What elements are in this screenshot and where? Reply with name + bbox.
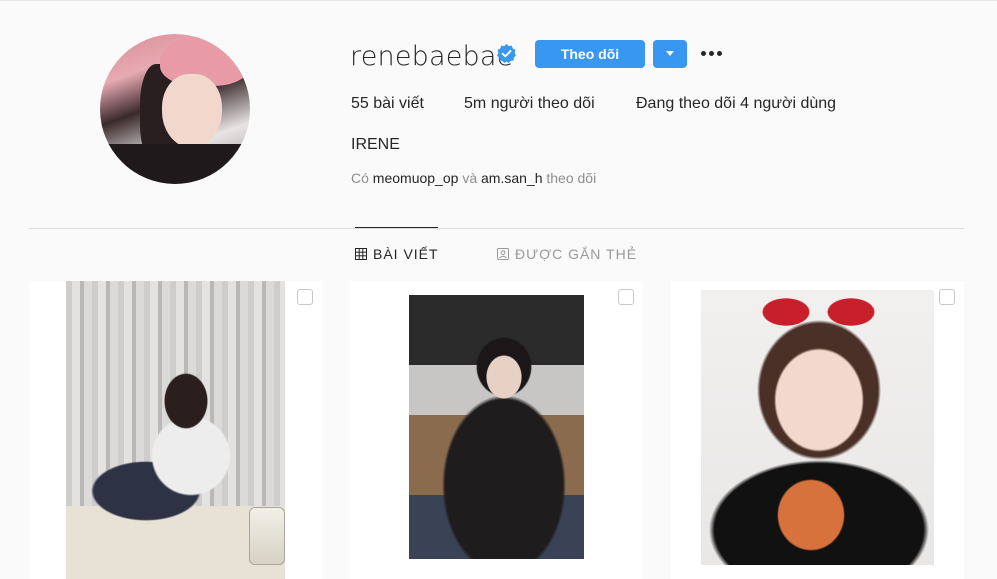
followers-count: 5m xyxy=(464,95,487,112)
following-prefix: Đang theo dõi xyxy=(636,95,736,112)
select-checkbox[interactable] xyxy=(297,289,313,305)
avatar-shirt xyxy=(100,144,250,184)
select-checkbox[interactable] xyxy=(618,289,634,305)
more-options-button[interactable] xyxy=(700,46,724,62)
post-thumbnail[interactable] xyxy=(29,281,322,579)
followed-by-text: Có meomuop_op và am.san_h theo dõi xyxy=(351,170,596,186)
ellipsis-icon xyxy=(717,51,722,56)
tab-tagged-label: ĐƯỢC GẮN THẺ xyxy=(515,246,638,262)
avatar-face xyxy=(162,74,222,148)
active-tab-indicator xyxy=(355,227,438,228)
follow-button[interactable]: Theo dõi xyxy=(535,40,645,68)
posts-stat: 55 bài viết xyxy=(351,95,424,113)
username: renebaebae xyxy=(350,41,514,72)
post-image xyxy=(409,295,584,559)
followed-by-user-2[interactable]: am.san_h xyxy=(481,170,542,186)
following-count: 4 xyxy=(740,95,749,112)
following-stat[interactable]: Đang theo dõi 4 người dùng xyxy=(636,95,836,113)
post-thumbnail[interactable] xyxy=(350,281,643,579)
select-checkbox[interactable] xyxy=(939,289,955,305)
tagged-icon xyxy=(497,248,509,260)
verified-badge-icon xyxy=(497,44,516,63)
grid-icon xyxy=(355,248,367,260)
tab-posts-label: BÀI VIẾT xyxy=(373,246,439,262)
tabs-divider xyxy=(29,228,964,229)
ellipsis-icon xyxy=(709,51,714,56)
follow-dropdown-button[interactable] xyxy=(653,40,687,68)
post-thumbnail[interactable] xyxy=(671,281,964,579)
followers-label: người theo dõi xyxy=(490,95,595,112)
post-image-candle xyxy=(249,507,285,565)
tab-tagged[interactable]: ĐƯỢC GẮN THẺ xyxy=(497,246,637,262)
posts-label: bài viết xyxy=(373,95,424,112)
post-image xyxy=(701,290,934,565)
following-label: người dùng xyxy=(753,95,837,112)
full-name: IRENE xyxy=(351,136,400,153)
post-image xyxy=(66,281,285,579)
ellipsis-icon xyxy=(701,51,706,56)
tab-posts[interactable]: BÀI VIẾT xyxy=(355,246,439,262)
followed-by-conj: và xyxy=(462,170,478,186)
posts-count: 55 xyxy=(351,95,369,112)
caret-down-icon xyxy=(666,51,674,56)
followed-by-user-1[interactable]: meomuop_op xyxy=(373,170,459,186)
followed-by-suffix: theo dõi xyxy=(546,170,597,186)
followed-by-prefix: Có xyxy=(351,170,369,186)
followers-stat[interactable]: 5m người theo dõi xyxy=(464,95,595,113)
profile-avatar[interactable] xyxy=(100,34,250,184)
